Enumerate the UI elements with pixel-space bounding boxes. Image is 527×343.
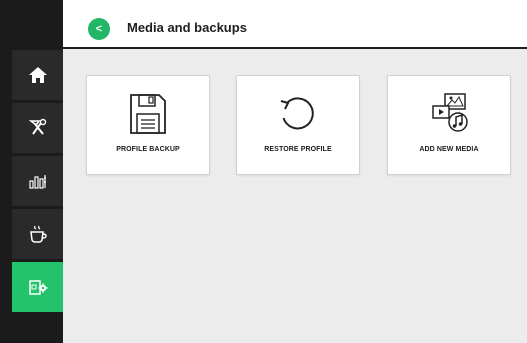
main-content: PROFILE BACKUP RESTORE PROFILE ADD NEW M… [63,49,527,343]
tile-label: ADD NEW MEDIA [419,146,479,153]
back-button[interactable]: < [88,18,110,40]
app-window: < Media and backups PROFILE BACKUP RESTO… [0,0,527,343]
sidebar-item-statistics[interactable] [12,156,63,208]
media-icon [388,90,510,138]
sidebar-item-tools[interactable] [12,103,63,155]
sidebar-top [0,0,63,50]
tile-label: RESTORE PROFILE [264,146,332,153]
statistics-icon [27,170,49,192]
add-new-media-tile[interactable]: ADD NEW MEDIA [387,75,511,175]
tools-icon [27,117,49,139]
tile-label: PROFILE BACKUP [116,146,180,153]
sidebar-item-coffee[interactable] [12,209,63,261]
floppy-disk-icon [87,90,209,138]
home-icon [28,65,48,85]
profile-backup-tile[interactable]: PROFILE BACKUP [86,75,210,175]
settings-device-icon [27,276,49,298]
sidebar-item-media-settings[interactable] [12,262,63,314]
page-title: Media and backups [127,20,247,35]
sidebar-item-home[interactable] [12,50,63,102]
restore-profile-tile[interactable]: RESTORE PROFILE [236,75,360,175]
coffee-cup-icon [27,223,49,245]
restore-arrow-icon [237,90,359,138]
sidebar [0,0,63,343]
header-bar: < Media and backups [63,0,527,49]
